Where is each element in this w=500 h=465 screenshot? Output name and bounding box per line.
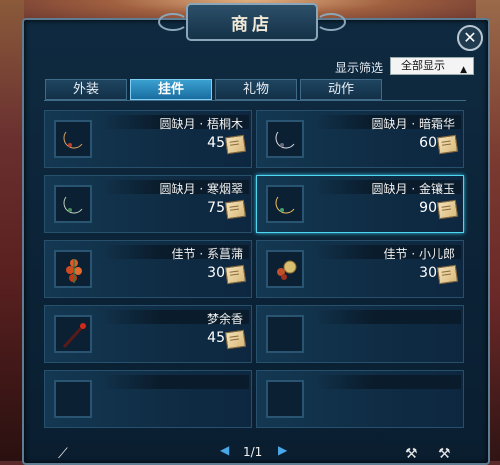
item-price: 75: [207, 200, 225, 216]
prev-page-arrow-icon[interactable]: ◀: [220, 443, 229, 457]
incense-stick-icon: [59, 320, 89, 350]
item-name: 佳节 · 小儿郎: [383, 247, 455, 261]
coupon-icon: [224, 134, 247, 155]
shop-item-slot[interactable]: 梦余香 45: [44, 305, 252, 363]
item-icon-frame: [266, 120, 304, 158]
window-title: 商店: [231, 14, 273, 35]
tab-gifts[interactable]: 礼物: [215, 79, 297, 100]
shop-item-slot[interactable]: 圆缺月 · 梧桐木 45: [44, 110, 252, 168]
shop-item-slot[interactable]: 圆缺月 · 寒烟翠 75: [44, 175, 252, 233]
ornament-left-icon: [158, 13, 188, 31]
coupon-icon: [224, 329, 247, 350]
hammer-tool-icon[interactable]: ⚒: [405, 446, 425, 462]
shop-item-slot[interactable]: 圆缺月 · 暗霜华 60: [256, 110, 464, 168]
item-name: 圆缺月 · 寒烟翠: [159, 182, 243, 196]
item-icon-frame: [54, 120, 92, 158]
shop-item-slot[interactable]: 佳节 · 小儿郎 30: [256, 240, 464, 298]
item-name: 圆缺月 · 暗霜华: [371, 117, 455, 131]
tab-pendants[interactable]: 挂件: [130, 79, 212, 100]
item-icon-frame: [266, 185, 304, 223]
ornament-right-icon: [316, 13, 346, 31]
dropdown-arrow-icon: ▲: [460, 65, 467, 75]
item-icon-frame: [54, 250, 92, 288]
item-name-bar: [315, 310, 461, 324]
close-icon: ✕: [463, 28, 477, 47]
tab-actions[interactable]: 动作: [300, 79, 382, 100]
item-price: 45: [207, 135, 225, 151]
item-icon-frame: [54, 380, 92, 418]
item-price: 30: [419, 265, 437, 281]
filter-selected-value: 全部显示: [401, 59, 445, 72]
next-page-arrow-icon[interactable]: ▶: [278, 443, 287, 457]
crescent-moon-pendant-icon: [61, 126, 87, 152]
festival-charm-icon: [272, 255, 300, 285]
item-price: 90: [419, 200, 437, 216]
item-name: 佳节 · 系菖蒲: [171, 247, 243, 261]
empty-item-slot[interactable]: [256, 370, 464, 428]
flower-charm-icon: [60, 255, 88, 285]
item-icon-frame: [54, 315, 92, 353]
item-name-bar: [103, 375, 249, 389]
item-icon-frame: [266, 250, 304, 288]
crescent-moon-pendant-icon: [61, 191, 87, 217]
brush-tool-icon[interactable]: ⟋: [58, 446, 78, 462]
tab-appearance[interactable]: 外装: [45, 79, 127, 100]
crescent-moon-pendant-icon: [273, 126, 299, 152]
coupon-icon: [436, 199, 459, 220]
filter-label: 显示筛选: [335, 61, 384, 75]
item-name: 圆缺月 · 梧桐木: [159, 117, 243, 131]
coupon-icon: [436, 264, 459, 285]
crescent-moon-pendant-icon: [273, 191, 299, 217]
empty-item-slot[interactable]: [256, 305, 464, 363]
item-name: 圆缺月 · 金镶玉: [371, 182, 455, 196]
shop-item-slot-selected[interactable]: 圆缺月 · 金镶玉 90: [256, 175, 464, 233]
tab-divider: [44, 100, 466, 101]
repair-tool-icon[interactable]: ⚒: [438, 446, 458, 462]
coupon-icon: [224, 264, 247, 285]
coupon-icon: [436, 134, 459, 155]
shop-item-slot[interactable]: 佳节 · 系菖蒲 30: [44, 240, 252, 298]
item-price: 30: [207, 265, 225, 281]
close-button[interactable]: ✕: [457, 25, 483, 51]
page-indicator: 1/1: [243, 445, 263, 459]
empty-item-slot[interactable]: [44, 370, 252, 428]
filter-dropdown[interactable]: 全部显示 ▲: [390, 57, 474, 75]
item-icon-frame: [266, 315, 304, 353]
item-price: 60: [419, 135, 437, 151]
item-price: 45: [207, 330, 225, 346]
background-scene-left: [0, 0, 24, 461]
item-icon-frame: [266, 380, 304, 418]
item-name-bar: [315, 375, 461, 389]
coupon-icon: [224, 199, 247, 220]
item-icon-frame: [54, 185, 92, 223]
title-plate: 商店: [158, 3, 346, 41]
item-name: 梦余香: [206, 312, 243, 326]
